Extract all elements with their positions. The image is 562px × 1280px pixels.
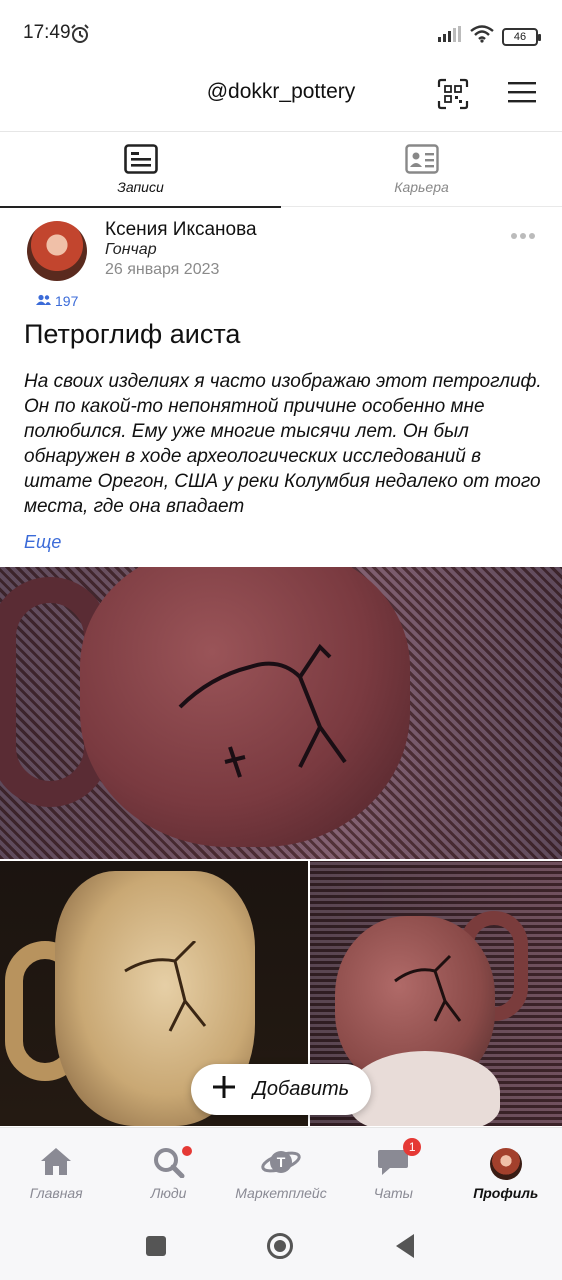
followers-count[interactable]: 197 <box>36 293 78 309</box>
tab-career[interactable]: Карьера <box>281 132 562 207</box>
status-bar: 17:49 46 <box>0 0 562 64</box>
nav-label-people: Люди <box>150 1185 187 1201</box>
signal-icon <box>438 26 462 47</box>
svg-text:T: T <box>277 1154 286 1170</box>
people-icon <box>36 293 51 309</box>
posts-icon <box>123 144 158 179</box>
nav-label-home: Главная <box>29 1185 83 1201</box>
nav-item-profile[interactable]: Профиль <box>450 1128 562 1218</box>
chats-badge: 1 <box>403 1138 422 1156</box>
nav-label-chats: Чаты <box>373 1185 413 1201</box>
status-icons: 46 <box>438 25 541 48</box>
menu-icon[interactable] <box>508 80 536 109</box>
marketplace-icon: T <box>260 1146 302 1183</box>
more-options-icon[interactable] <box>510 227 536 245</box>
wifi-icon <box>470 25 494 48</box>
profile-avatar <box>489 1148 522 1180</box>
post-title: Петроглиф аиста <box>24 319 241 349</box>
nav-label-profile: Профиль <box>473 1185 539 1201</box>
add-post-label: Добавить <box>252 1078 350 1100</box>
qr-code-icon[interactable] <box>437 78 469 115</box>
followers-count-value: 197 <box>55 293 79 309</box>
system-navigation-bar <box>0 1217 562 1280</box>
nav-item-chats[interactable]: 1 Чаты <box>337 1128 449 1218</box>
tab-posts[interactable]: Записи <box>0 132 281 208</box>
author-avatar[interactable] <box>27 221 87 281</box>
nav-item-marketplace[interactable]: T Маркетплейс <box>225 1128 337 1218</box>
tab-career-label: Карьера <box>394 179 449 195</box>
post-text: На своих изделиях я часто изображаю этот… <box>24 371 542 517</box>
add-post-button[interactable]: Добавить <box>191 1064 371 1115</box>
petroglyph-drawing <box>178 643 347 778</box>
profile-tabs: Записи Карьера <box>0 132 562 208</box>
hand-shape <box>350 1051 500 1126</box>
tab-posts-label: Записи <box>117 179 164 195</box>
app-header: @dokkr_pottery <box>0 64 562 132</box>
bottom-navigation: Главная Люди T Маркетплейс 1 Чаты Профил… <box>0 1127 562 1217</box>
status-time: 17:49 <box>23 22 71 43</box>
author-name[interactable]: Ксения Иксанова <box>105 219 257 241</box>
petroglyph-drawing <box>124 941 207 1032</box>
home-button[interactable] <box>267 1233 293 1259</box>
nav-label-marketplace: Маркетплейс <box>235 1185 327 1201</box>
read-more-link[interactable]: Еще <box>24 532 61 553</box>
post-date: 26 января 2023 <box>105 261 220 278</box>
career-card-icon <box>404 144 439 179</box>
nav-item-home[interactable]: Главная <box>0 1128 112 1218</box>
nav-item-people[interactable]: Люди <box>112 1128 224 1218</box>
home-icon <box>39 1146 73 1181</box>
plus-icon <box>212 1075 235 1104</box>
back-button[interactable] <box>396 1234 414 1258</box>
author-role: Гончар <box>105 241 157 258</box>
recent-apps-button[interactable] <box>146 1236 166 1256</box>
alarm-icon <box>70 24 90 49</box>
profile-handle-title: @dokkr_pottery <box>206 80 356 103</box>
post-photo-1[interactable] <box>0 567 562 859</box>
notification-dot <box>182 1146 193 1156</box>
battery-icon: 46 <box>502 27 541 46</box>
search-people-icon <box>152 1146 186 1183</box>
petroglyph-drawing <box>394 954 462 1022</box>
